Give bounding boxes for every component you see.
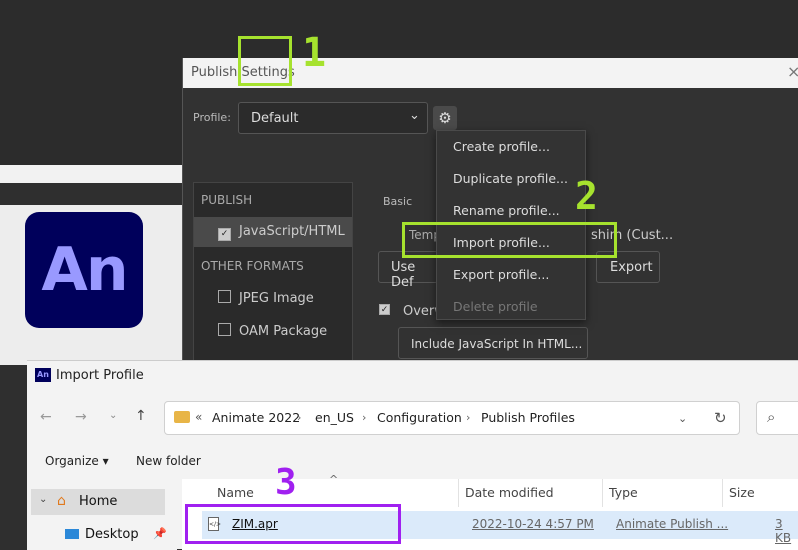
breadcrumb-overflow[interactable]: « [195,410,202,424]
new-folder-button[interactable]: New folder [136,454,201,468]
breadcrumb-separator-icon: › [466,411,471,424]
background-strip-dark [0,183,182,205]
profile-select[interactable]: Default [238,102,428,134]
basic-tab[interactable]: Basic [383,195,412,208]
chevron-down-icon[interactable]: ⌄ [678,412,687,425]
breadcrumb-separator-icon: › [362,411,367,424]
address-bar[interactable]: « Animate 2022 › en_US › Configuration ›… [164,401,740,435]
other-formats-header: OTHER FORMATS [201,259,304,273]
search-input[interactable]: ⌕ [756,401,798,435]
animate-app-icon: An [35,368,51,382]
chevron-down-icon[interactable]: ⌄ [39,494,47,505]
overwrite-checkbox[interactable]: ✓ [379,304,390,315]
publish-sidebar: PUBLISH ✓ JavaScript/HTML OTHER FORMATS J… [193,182,353,382]
profile-label: Profile: [193,111,231,124]
back-arrow-icon[interactable]: ← [40,409,52,425]
pin-icon: 📌 [153,527,167,540]
sidebar-item-label: JavaScript/HTML [239,224,345,239]
step-2-number: 2 [575,174,598,218]
checkbox-icon[interactable] [218,323,231,336]
tree-item-label: Home [79,494,118,509]
include-js-button[interactable]: Include JavaScript In HTML... [398,327,588,359]
home-icon: ⌂ [57,493,66,509]
forward-arrow-icon[interactable]: → [75,409,87,425]
publish-header: PUBLISH [201,193,253,207]
column-divider[interactable] [722,479,723,507]
import-profile-dialog: An Import Profile ← → ⌄ ↑ « Animate 2022… [27,360,798,550]
step-1-highlight [238,36,292,86]
sidebar-item-label: JPEG Image [239,291,314,306]
column-divider[interactable] [602,479,603,507]
checkbox-icon[interactable] [218,290,231,303]
menu-item-create-profile[interactable]: Create profile... [437,131,587,163]
up-arrow-icon[interactable]: ↑ [135,408,147,424]
menu-item-export-profile[interactable]: Export profile... [437,259,587,291]
step-3-number: 3 [275,462,297,503]
refresh-icon[interactable]: ↻ [714,409,727,427]
column-header-name[interactable]: Name [217,485,254,500]
file-type: Animate Publish ... [616,517,729,531]
sidebar-item-javascript-html[interactable]: ✓ JavaScript/HTML [194,217,352,247]
breadcrumb-item[interactable]: en_US [315,410,354,425]
tree-item-label: Desktop [85,527,139,542]
close-icon[interactable]: × [787,62,798,82]
menu-item-duplicate-profile[interactable]: Duplicate profile... [437,163,587,195]
background-strip [0,165,182,183]
breadcrumb-item[interactable]: Configuration [377,410,462,425]
import-profile-title: Import Profile [56,368,144,383]
file-date: 2022-10-24 4:57 PM [472,517,594,531]
step-2-highlight [402,222,617,258]
breadcrumb-separator-icon: › [297,411,302,424]
recent-locations-chevron-icon[interactable]: ⌄ [109,410,117,421]
step-3-highlight [185,504,401,544]
gear-icon[interactable]: ⚙ [433,106,457,130]
desktop-icon [65,529,79,539]
sidebar-item-oam-package[interactable]: OAM Package [194,316,352,346]
organize-button[interactable]: Organize ▾ [45,454,109,468]
chevron-down-icon: ⌄ [409,108,420,123]
menu-item-delete-profile: Delete profile [453,299,538,314]
sidebar-item-jpeg-image[interactable]: JPEG Image [194,283,352,313]
column-divider[interactable] [458,479,459,507]
sidebar-item-label: OAM Package [239,324,328,339]
navigation-tree: ⌄ ⌂ Home Desktop 📌 [27,479,177,550]
animate-logo: An [25,212,143,328]
column-header-type[interactable]: Type [609,485,638,500]
breadcrumb-item[interactable]: Animate 2022 [212,410,300,425]
file-size: 3 KB [775,517,792,545]
column-header-size[interactable]: Size [729,485,755,500]
checkbox-checked-icon[interactable]: ✓ [218,228,231,241]
tree-item-home[interactable]: ⌄ ⌂ Home [31,489,165,515]
column-header-date[interactable]: Date modified [465,485,554,500]
folder-icon [174,411,190,423]
step-1-number: 1 [302,30,327,76]
breadcrumb-item[interactable]: Publish Profiles [481,410,575,425]
search-icon: ⌕ [767,408,776,426]
tree-item-desktop[interactable]: Desktop 📌 [63,523,173,549]
